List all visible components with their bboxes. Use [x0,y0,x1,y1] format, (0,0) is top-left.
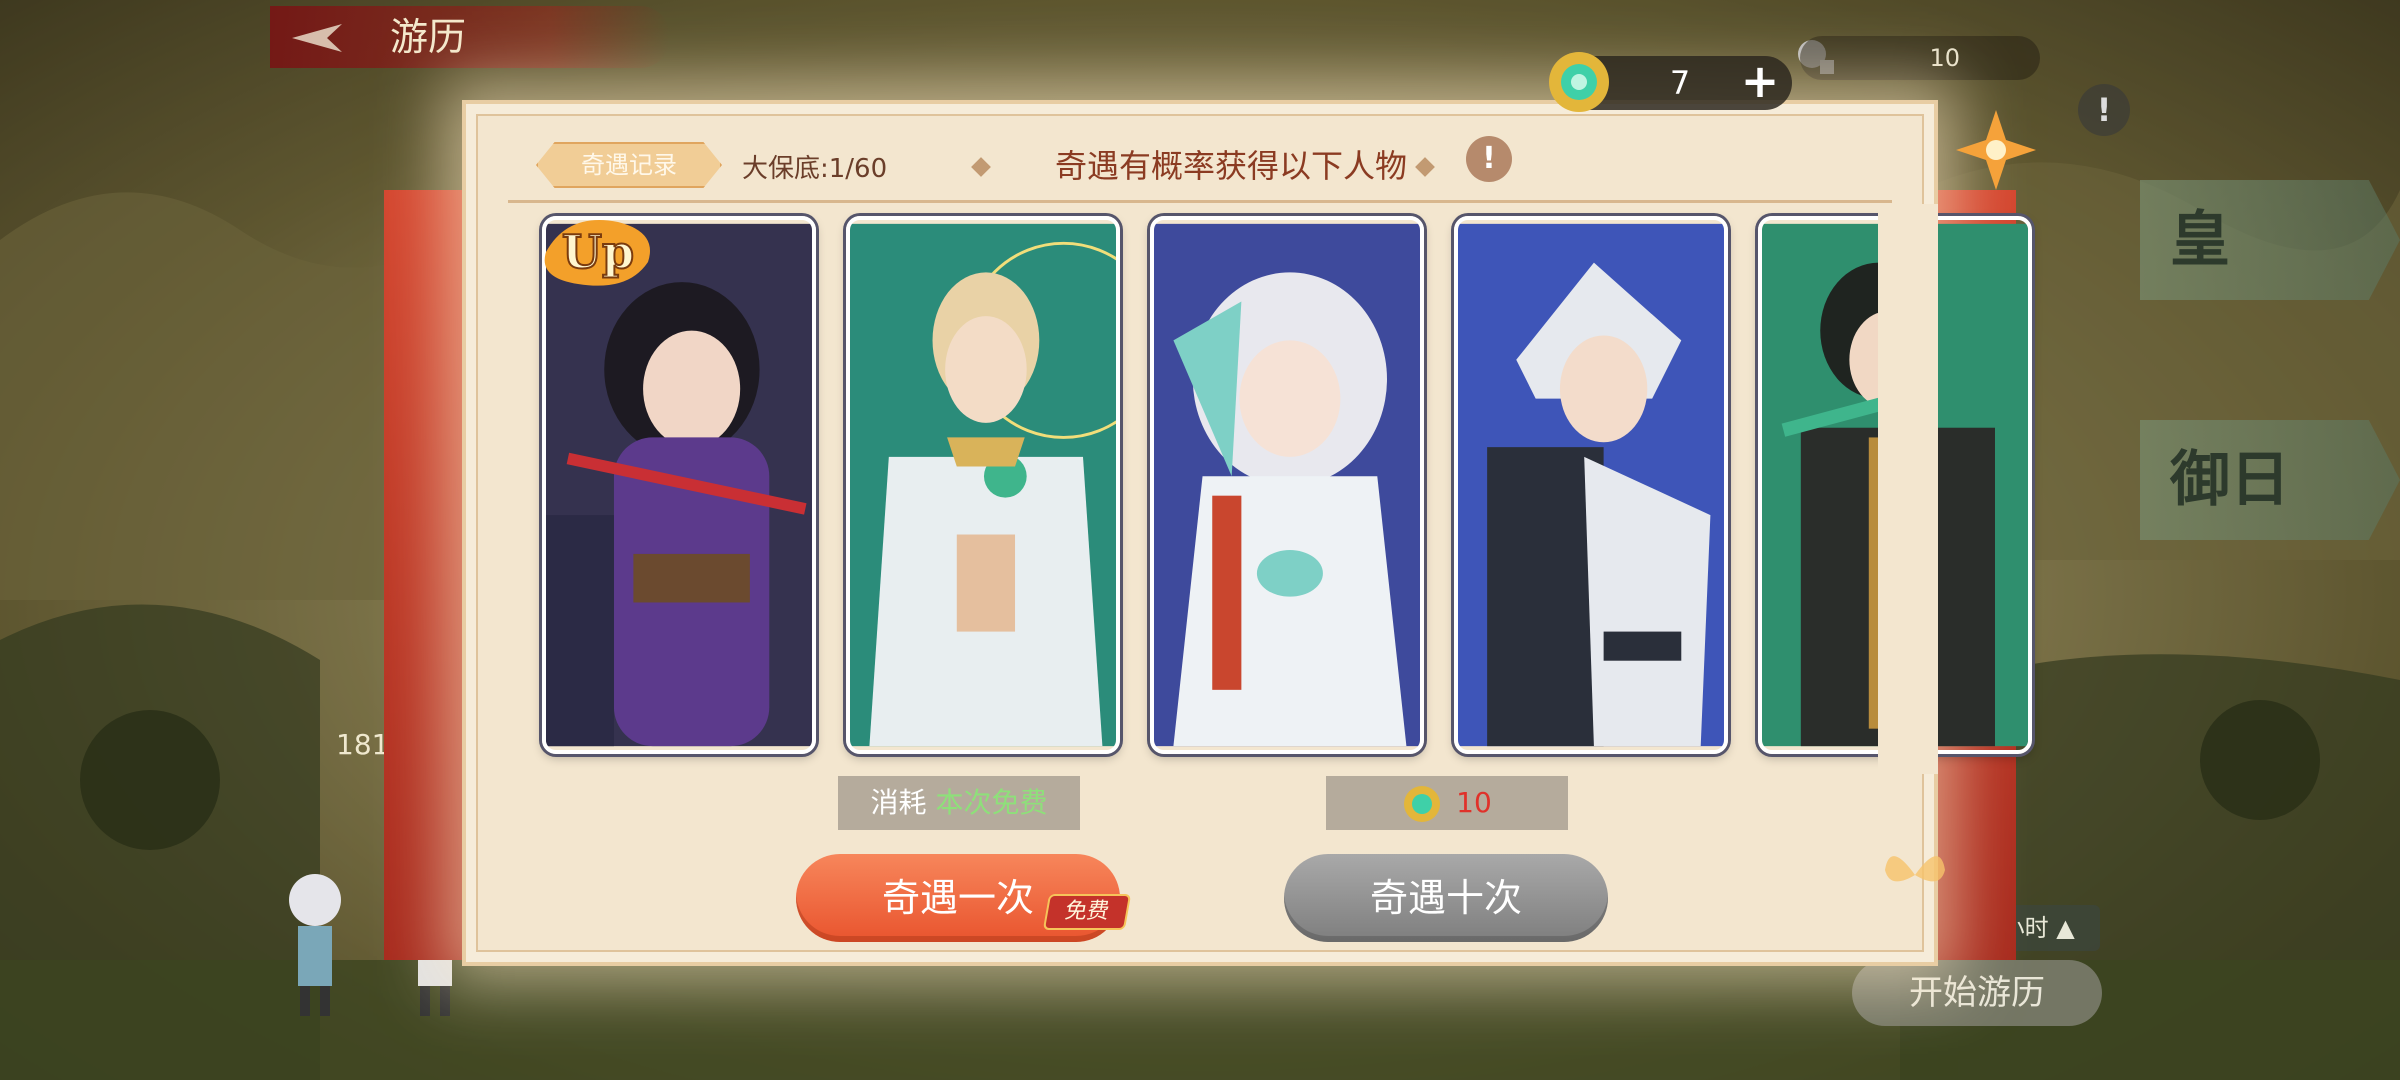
currency-value: 7 [1669,64,1691,102]
encounter-modal: 奇遇记录 大保底:1/60 奇遇有概率获得以下人物 ! 消耗 本次免费 10 奇… [462,100,2032,966]
jade-gem-icon [1404,786,1441,822]
character-card-4[interactable] [1454,216,1728,754]
character-portrait-1 [546,223,812,747]
card-scroll-mask [1878,204,1938,774]
cost-once-box: 消耗 本次免费 [838,776,1080,830]
character-card-1[interactable] [542,216,816,754]
up-badge-text: Up [562,225,634,279]
character-portrait-4 [1458,223,1724,747]
cost-free-text: 本次免费 [935,786,1048,819]
up-badge-icon: Up [544,220,650,286]
cost-label: 消耗 [870,786,927,819]
side-banner-2[interactable]: 御日 [2140,420,2400,540]
encounter-ten-button[interactable]: 奇遇十次 [1284,854,1608,942]
add-currency-button[interactable]: + [1740,58,1780,104]
cost-ten-amount: 10 [1456,786,1492,819]
encounter-record-button[interactable]: 奇遇记录 [536,142,722,188]
side-banner-1[interactable]: 皇 [2140,180,2400,300]
notice-button[interactable]: ! [2078,84,2130,136]
character-card-2[interactable] [846,216,1120,754]
info-icon[interactable]: ! [1466,136,1512,182]
red-side-panel-left [384,190,464,960]
character-card-3[interactable] [1150,216,1424,754]
close-star-icon[interactable] [1956,110,2036,190]
butterfly-icon [1885,856,1945,882]
top-resource-counter: 10 [1800,36,2040,80]
pity-counter: 大保底:1/60 [742,154,888,184]
free-badge: 免费 [1042,894,1132,930]
back-arrow-icon[interactable] [272,14,352,62]
chibi-character-1 [289,874,341,1016]
header-divider [508,200,1892,203]
cost-ten-box: 10 [1326,776,1568,830]
jade-currency-icon [1549,52,1609,112]
character-portrait-2 [850,223,1116,747]
character-portrait-3 [1154,223,1420,747]
start-travel-button[interactable]: 开始游历 [1852,960,2102,1026]
